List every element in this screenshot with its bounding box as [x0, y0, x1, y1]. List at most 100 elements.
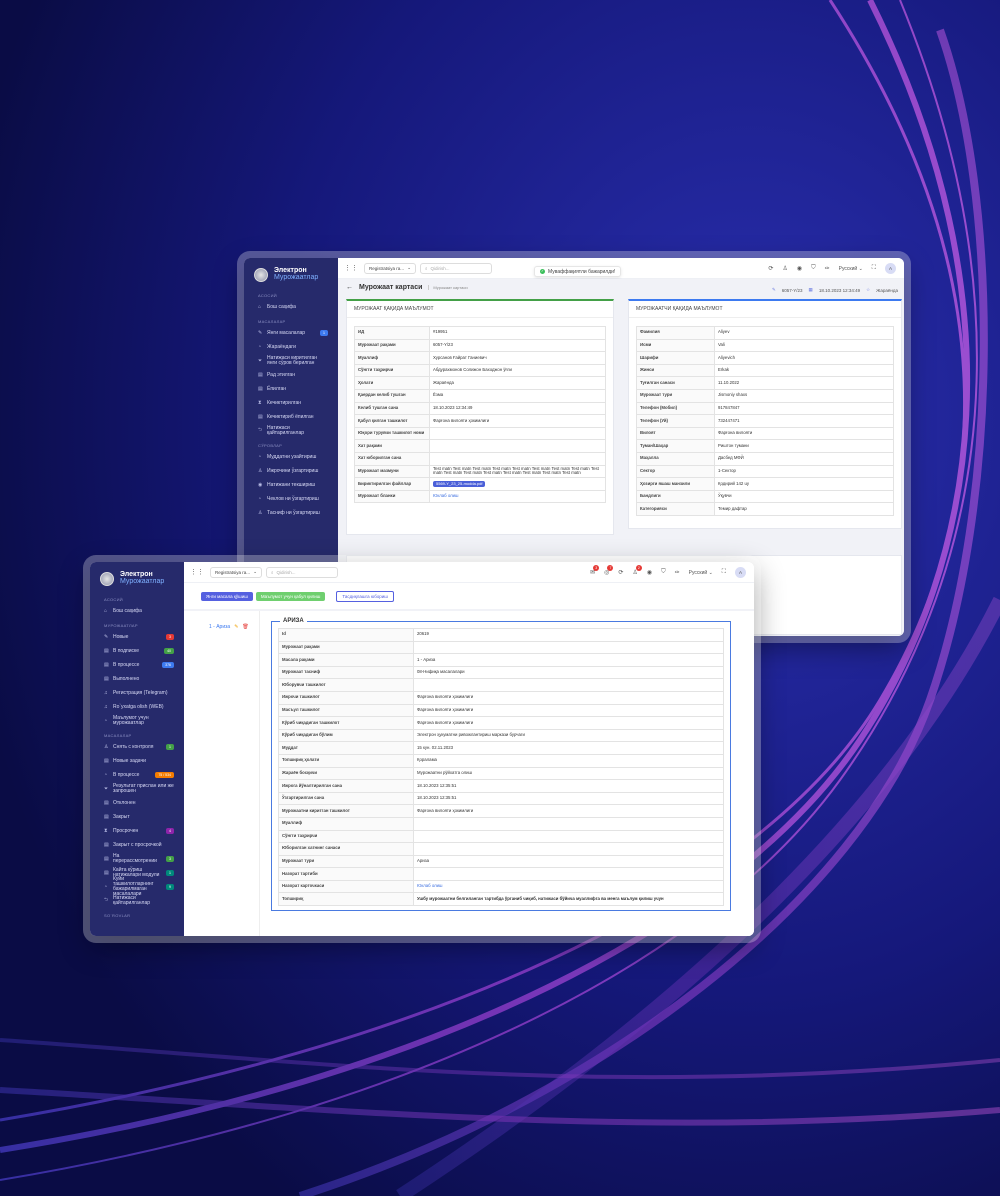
sidebar-item[interactable]: ◔ В процессе 75 / 534	[90, 768, 184, 782]
sidebar-item[interactable]: ▤ Кечиктириб ёпилган	[244, 410, 338, 424]
sidebar-item[interactable]: ⮌ Натижаси қайтарилганлар	[244, 424, 338, 438]
count-badge: 1	[320, 330, 328, 336]
row-label: Ҳозирги яшаш манзили	[636, 477, 715, 491]
assign-icon[interactable]: ✑	[825, 265, 830, 272]
table-row: Фамилия Aliyev	[636, 326, 894, 340]
registration-select[interactable]: Registratsiya ra... ⌄	[210, 566, 262, 578]
sidebar-item[interactable]: ⮌ Натижаси қайтарилганлар	[90, 894, 184, 908]
sidebar-item[interactable]: ▤ Закрыт с просрочкой	[90, 838, 184, 852]
sidebar-item[interactable]: ▤ Закрыт	[90, 810, 184, 824]
sidebar-item[interactable]: ▤ Рад этилган	[244, 368, 338, 382]
eye-icon[interactable]: ◉	[797, 265, 802, 272]
hourglass-icon: ⧗	[104, 828, 108, 834]
row-label: Id	[278, 628, 414, 642]
doc-icon: ▤	[104, 800, 109, 806]
row-label: Топшириқ	[278, 892, 414, 907]
count-badge: 9	[166, 884, 174, 890]
info-accept-button[interactable]: Маълумот учун қабул қилиш	[255, 591, 326, 601]
language-select[interactable]: Русский ⌄	[839, 266, 863, 272]
send-confirm-button[interactable]: Тасдиқлашга юбориш	[336, 590, 394, 602]
row-value: Фарғона вилояти	[714, 426, 894, 441]
sidebar-item[interactable]: ▤ На перерассмотрении 3	[90, 852, 184, 866]
row-label: Муддат	[278, 741, 414, 755]
bell-icon[interactable]: ✉ 3	[590, 565, 600, 576]
pdf-file-link[interactable]: 5569-Y_23_25-modda.pdf	[433, 480, 486, 488]
search-input[interactable]: ⌕ Qidirish...	[266, 566, 338, 578]
sidebar-item[interactable]: ◔ Муддатни узайтириш	[244, 450, 338, 464]
sidebar-item[interactable]: ⏷ Результат прислан или же запрошен	[90, 782, 184, 796]
refresh-icon[interactable]: ⟳	[618, 569, 623, 576]
download-link[interactable]: Юклаб олиш	[413, 879, 724, 894]
avatar[interactable]: A	[735, 567, 746, 578]
edit-icon[interactable]: ✎	[234, 624, 238, 630]
sidebar-item[interactable]: ✎ Янги масалалар 1	[244, 326, 338, 340]
logo-title: Электрон	[120, 571, 153, 578]
sidebar-item-label: Кечиктирилган	[267, 399, 301, 406]
delete-icon[interactable]: 🗑	[242, 624, 248, 630]
shield-icon[interactable]: ⛉	[811, 265, 816, 272]
app-logo[interactable]: Электрон Мурожаатлар	[90, 562, 184, 592]
shield-icon[interactable]: ⛉	[661, 569, 666, 576]
add-user-icon[interactable]: ♙ 2	[632, 565, 642, 576]
grid-menu-icon[interactable]: ⋮⋮	[190, 568, 204, 576]
sidebar-item[interactable]: ♫ Регистрация (Telegram)	[90, 686, 184, 700]
language-select[interactable]: Русский ⌄	[689, 570, 713, 576]
sidebar-item[interactable]: ⌂ Бош саҳифа	[90, 604, 184, 618]
sidebar-item[interactable]: ◔ Куйи ташкилотларнинг бажарилмаган масал…	[90, 877, 184, 897]
sidebar-item-label: Отклонен	[113, 799, 136, 806]
sidebar-item[interactable]: ⏷ Натижаси киритилган янги сўров берилган	[244, 354, 338, 368]
sidebar-item[interactable]: ♙ Ижрочини ўзгартириш	[244, 464, 338, 478]
sidebar-item[interactable]: ◉ Натижани текшириш	[244, 478, 338, 492]
fullscreen-icon[interactable]: ⛶	[872, 265, 876, 272]
sidebar-item[interactable]: ▤ Выполнено	[90, 672, 184, 686]
row-value: Aliyev	[714, 326, 894, 340]
row-value: Ёзма	[429, 388, 606, 403]
sidebar-item[interactable]: ▤ Ёпилган	[244, 382, 338, 396]
app-logo[interactable]: Электрон Мурожаатлар	[244, 258, 338, 288]
back-arrow-icon[interactable]: ←	[346, 284, 353, 291]
sidebar-item[interactable]: ▤ Новые задачи	[90, 754, 184, 768]
row-label: Мурожаат тури	[636, 388, 715, 403]
sidebar-item[interactable]: ◔ Маълумот учун мурожаатлар	[90, 714, 184, 728]
sidebar-item[interactable]: ▤ В процессе 376	[90, 658, 184, 672]
search-input[interactable]: ⌕ Qidirish...	[420, 262, 492, 274]
sidebar-item[interactable]: ▤ Отклонен	[90, 796, 184, 810]
row-label: Жараён босқичи	[278, 766, 414, 781]
sidebar-item[interactable]: ⧗ Кечиктирилган	[244, 396, 338, 410]
sidebar-item-label: Муддатни узайтириш	[267, 453, 317, 460]
sidebar-item[interactable]: ◔ Чеклов ни ўзгартириш	[244, 492, 338, 506]
sidebar-item[interactable]: ♫ Ro`yxatga olish (WEB)	[90, 700, 184, 714]
sidebar-item[interactable]: ♙ Снять с контроля 1	[90, 740, 184, 754]
row-label: Мурожаат тури	[278, 854, 414, 869]
table-row: Муаллиф	[278, 816, 724, 831]
refresh-icon[interactable]: ⟳	[768, 265, 773, 272]
assign-icon[interactable]: ✑	[675, 569, 680, 576]
sidebar-item[interactable]: ♙ Тасниф ни ўзгартириш	[244, 506, 338, 520]
row-label: Мурожаат бланки	[354, 489, 430, 504]
row-label: Келиб тушган сана	[354, 401, 430, 416]
star-icon[interactable]: ☆	[866, 287, 870, 293]
download-link[interactable]: Юклаб олиш	[429, 489, 606, 504]
alert-icon[interactable]: ◎ 7	[604, 565, 614, 576]
breadcrumb[interactable]: Мурожаат картаси	[428, 285, 468, 290]
sidebar-item[interactable]: ⧗ Просрочен 4	[90, 824, 184, 838]
attached-file[interactable]: 5569-Y_23_25-modda.pdf	[429, 477, 606, 491]
hourglass-icon: ⧗	[258, 400, 262, 406]
sidebar-item[interactable]: ◔ Жараёндаги	[244, 340, 338, 354]
grid-menu-icon[interactable]: ⋮⋮	[344, 264, 358, 272]
fullscreen-icon[interactable]: ⛶	[722, 569, 726, 576]
sidebar-item[interactable]: ✎ Новые 3	[90, 630, 184, 644]
new-task-button[interactable]: Янги масала қўшиш	[201, 591, 253, 601]
row-label: Хат юборилган сана	[354, 451, 430, 466]
sidebar-item[interactable]: ▤ В подписке 40	[90, 644, 184, 658]
eye-icon[interactable]: ◉	[647, 569, 652, 576]
add-user-icon[interactable]: ♙	[782, 265, 787, 272]
sidebar-item[interactable]: ⌂ Бош саҳифа	[244, 300, 338, 314]
bell-icon: ♫	[104, 690, 108, 696]
task-list-item[interactable]: 1 - Ариза ✎ 🗑	[184, 611, 259, 630]
row-value: Жараёнда	[429, 376, 606, 390]
registration-select[interactable]: Registratsiya ra... ⌄	[364, 262, 416, 274]
avatar[interactable]: A	[885, 263, 896, 274]
applicant-info-table: Фамилия Aliyev Исми Vali Шарифи Aliyevich Жинс…	[636, 326, 894, 516]
row-label: Мурожаат тасниф	[278, 665, 414, 680]
